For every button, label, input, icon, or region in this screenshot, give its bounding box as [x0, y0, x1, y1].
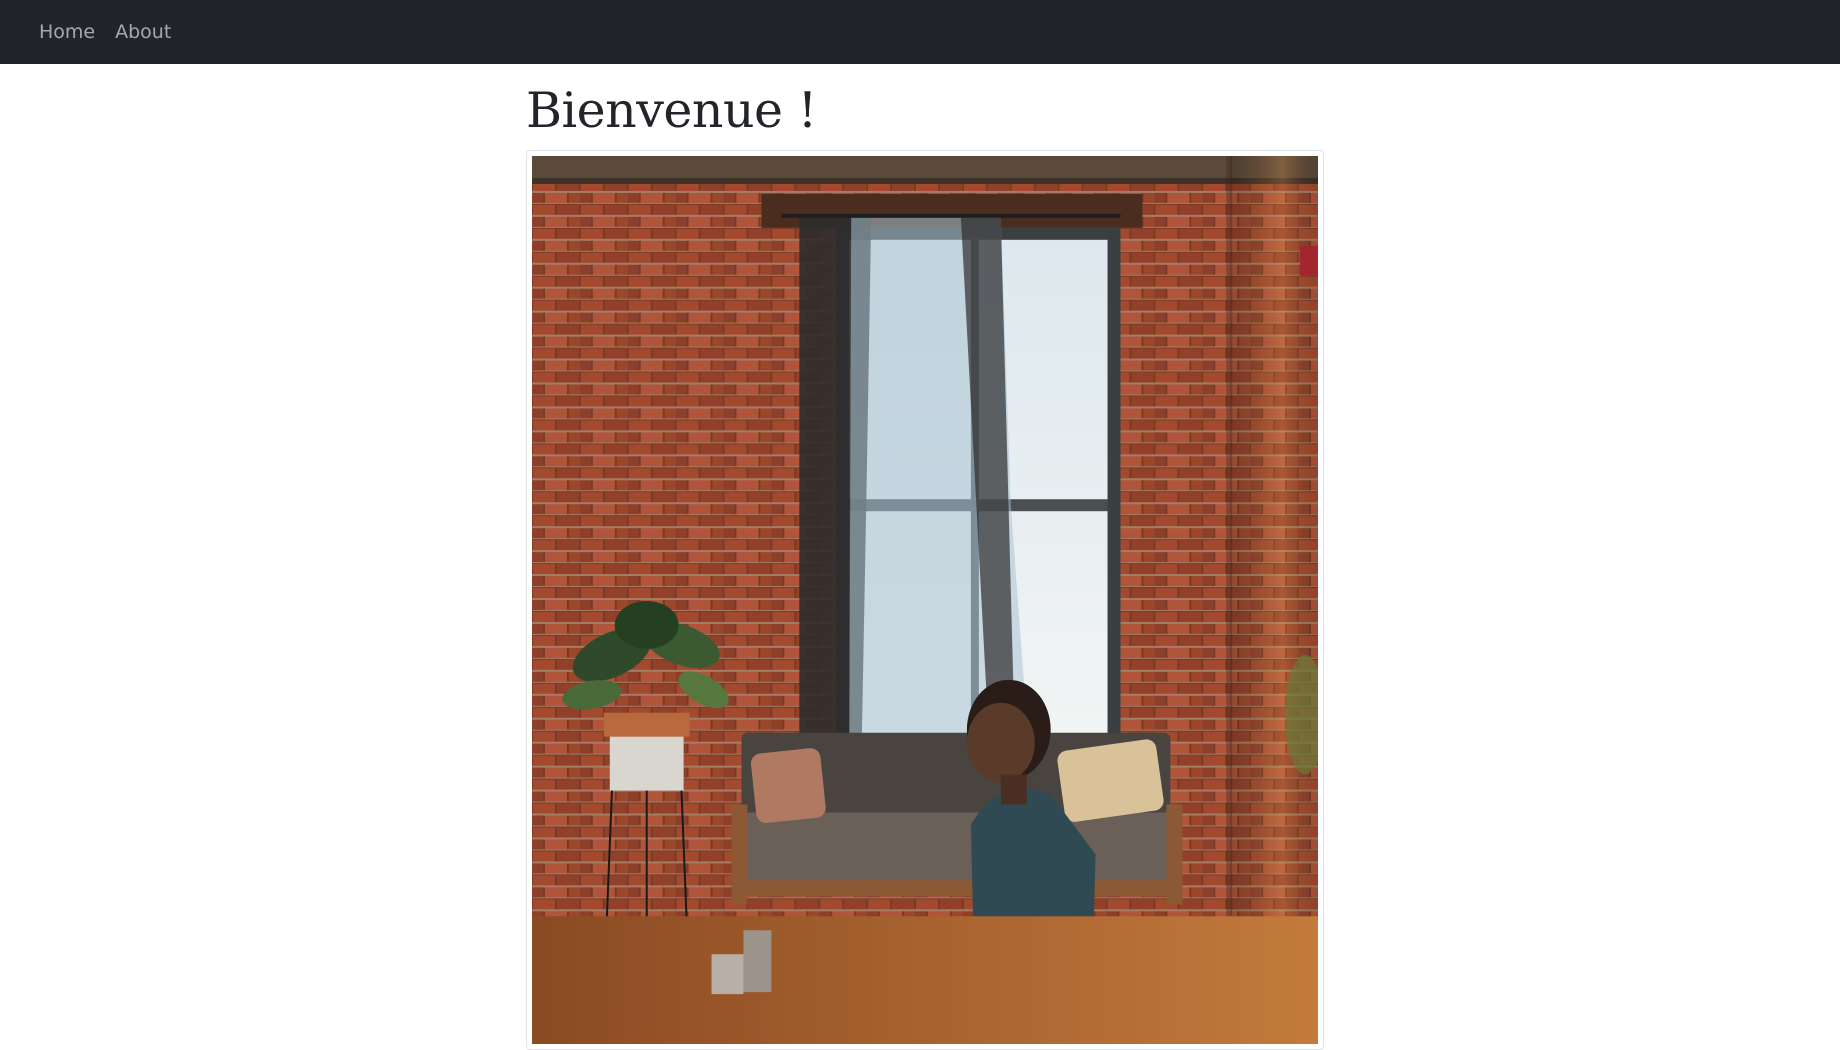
nav-links: Home About — [39, 22, 171, 42]
main-content: Bienvenue ! — [526, 64, 1326, 1050]
image-thumbnail-frame — [526, 149, 1324, 1050]
page-title: Bienvenue ! — [526, 82, 817, 139]
nav-about-link[interactable]: About — [115, 22, 171, 42]
room-photo — [532, 155, 1318, 1044]
top-navbar: Home About — [0, 0, 1840, 64]
nav-home-link[interactable]: Home — [39, 22, 95, 42]
